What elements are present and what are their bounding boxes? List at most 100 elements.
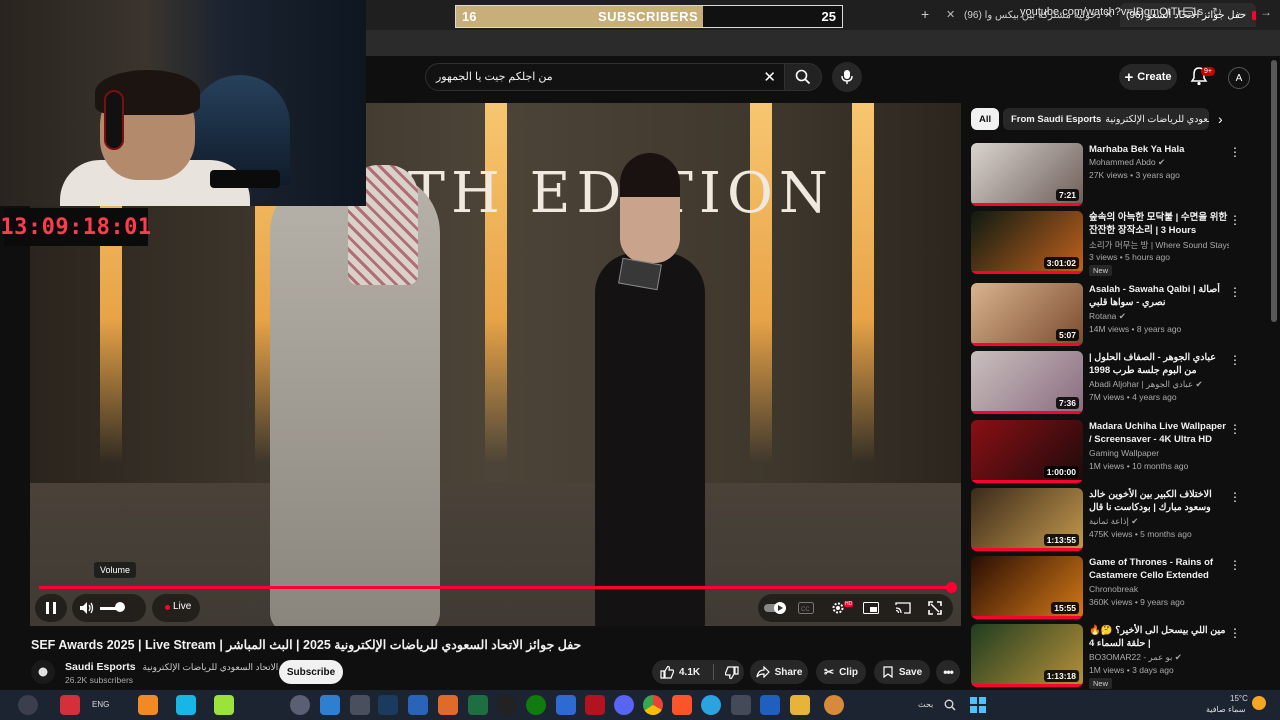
taskbar-app-icon[interactable] xyxy=(496,695,516,715)
video-thumbnail[interactable]: 5:07 xyxy=(971,283,1083,346)
recommendation-channel[interactable]: Rotana ✔ xyxy=(1089,311,1229,322)
recommendation-title[interactable]: عبادي الجوهر - الصفاف الحلول | من البوم … xyxy=(1089,351,1229,377)
recommendation-channel[interactable]: إذاعة ثمانية ✔ xyxy=(1089,516,1229,527)
recommendation-item[interactable]: 15:55 Game of Thrones - Rains of Castamer… xyxy=(971,556,1271,622)
url-text[interactable]: youtube.com/watch?v=IDgmQtTH_1s xyxy=(1020,6,1203,18)
recommendation-title[interactable]: Madara Uchiha Live Wallpaper / Screensav… xyxy=(1089,420,1229,446)
like-thumb-icon[interactable] xyxy=(660,665,674,679)
more-vertical-icon[interactable]: ⋮ xyxy=(1229,558,1241,572)
page-scrollbar[interactable] xyxy=(1271,60,1277,322)
recommendation-item[interactable]: 3:01:02 숲속의 아늑한 모닥불 | 수면을 위한 잔잔한 장작소리 | 3… xyxy=(971,211,1271,277)
taskbar-app-icon[interactable] xyxy=(408,695,428,715)
brave-icon[interactable] xyxy=(672,695,692,715)
recommendation-item[interactable]: 5:07 Asalah - Sawaha Qalbi | أصالة نصري -… xyxy=(971,283,1271,349)
clear-search-icon[interactable]: ✕ xyxy=(763,68,776,86)
recommendation-title[interactable]: مين اللي بيسحل الى الأخير؟ 🤔🔥 | حلقة الس… xyxy=(1089,624,1229,650)
windows-start-icon[interactable] xyxy=(970,697,986,713)
taskbar-tray-icon[interactable] xyxy=(18,695,38,715)
chevron-right-icon[interactable]: › xyxy=(1218,111,1223,127)
recommendation-item[interactable]: 1:00:00 Madara Uchiha Live Wallpaper / Sc… xyxy=(971,420,1271,486)
clip-button[interactable]: ✂ Clip xyxy=(816,660,866,684)
chrome-icon[interactable] xyxy=(643,695,663,715)
taskbar-app-icon[interactable] xyxy=(320,695,340,715)
recommendation-item[interactable]: 1:13:18 مين اللي بيسحل الى الأخير؟ 🤔🔥 | ح… xyxy=(971,624,1271,690)
taskbar-search-text[interactable]: بحث xyxy=(918,700,933,709)
chip-all[interactable]: All xyxy=(971,108,1000,130)
video-thumbnail[interactable]: 15:55 xyxy=(971,556,1083,619)
account-avatar[interactable]: A xyxy=(1228,67,1250,89)
save-button[interactable]: Save xyxy=(874,660,930,684)
steam-icon[interactable] xyxy=(378,695,398,715)
subscribe-button[interactable]: Subscribe xyxy=(279,660,343,684)
taskbar-app-icon[interactable] xyxy=(468,695,488,715)
like-count[interactable]: 4.1K xyxy=(679,667,700,678)
recommendation-title[interactable]: Asalah - Sawaha Qalbi | أصالة نصري - سوا… xyxy=(1089,283,1229,309)
tab-2-close-icon[interactable]: ✕ xyxy=(946,8,955,21)
recommendation-channel-name[interactable]: إذاعة ثمانية xyxy=(1089,516,1129,526)
recommendation-item[interactable]: 1:13:55 الاختلاف الكبير بين الأخوين خالد … xyxy=(971,488,1271,554)
taskbar-app-icon[interactable] xyxy=(760,695,780,715)
recommendation-channel[interactable]: Chronobreak xyxy=(1089,584,1229,594)
recommendation-channel-name[interactable]: Abadi Aljohar | عبادي الجوهر xyxy=(1089,379,1193,389)
volume-icon[interactable] xyxy=(80,602,94,614)
taskbar-app-icon[interactable] xyxy=(731,695,751,715)
recommendation-title[interactable]: 숲속의 아늑한 모닥불 | 수면을 위한 잔잔한 장작소리 | 3 Hours xyxy=(1089,211,1229,237)
taskbar-app-icon[interactable] xyxy=(350,695,370,715)
captions-icon[interactable]: CC xyxy=(798,602,814,614)
recommendation-title[interactable]: Marhaba Bek Ya Hala xyxy=(1089,143,1229,156)
language-indicator[interactable]: ENG xyxy=(92,700,109,709)
recommendation-channel-name[interactable]: Chronobreak xyxy=(1089,584,1138,594)
channel-name[interactable]: Saudi Esports الاتحاد السعودي للرياضات ا… xyxy=(65,661,278,673)
more-vertical-icon[interactable]: ⋮ xyxy=(1229,145,1241,159)
taskbar-app-icon[interactable] xyxy=(824,695,844,715)
recommendation-title[interactable]: Game of Thrones - Rains of Castamere Cel… xyxy=(1089,556,1229,582)
recommendation-channel-name[interactable]: 소리가 머무는 방 | Where Sound Stays xyxy=(1089,240,1229,250)
file-explorer-icon[interactable] xyxy=(790,695,810,715)
more-vertical-icon[interactable]: ⋮ xyxy=(1229,626,1241,640)
weather-temperature[interactable]: 15°C xyxy=(1230,694,1248,703)
recommendation-channel-name[interactable]: Mohammed Abdo xyxy=(1089,157,1156,167)
more-vertical-icon[interactable]: ⋮ xyxy=(1229,353,1241,367)
recommendation-channel-name[interactable]: Gaming Wallpaper xyxy=(1089,448,1159,458)
video-thumbnail[interactable]: 7:21 xyxy=(971,143,1083,206)
video-thumbnail[interactable]: 1:13:55 xyxy=(971,488,1083,551)
tune-icon[interactable]: ☰ xyxy=(1183,5,1194,19)
recommendation-title[interactable]: الاختلاف الكبير بين الأخوين خالد وسعود م… xyxy=(1089,488,1229,514)
taskbar-app-icon[interactable] xyxy=(138,695,158,715)
more-vertical-icon[interactable]: ⋮ xyxy=(1229,422,1241,436)
video-thumbnail[interactable]: 1:00:00 xyxy=(971,420,1083,483)
taskbar-app-icon[interactable] xyxy=(176,695,196,715)
recommendation-channel[interactable]: Abadi Aljohar | عبادي الجوهر ✔ xyxy=(1089,379,1229,390)
recommendation-item[interactable]: 7:21 Marhaba Bek Ya Hala Mohammed Abdo ✔ 27… xyxy=(971,143,1271,209)
autoplay-toggle-icon[interactable] xyxy=(764,602,790,614)
recommendation-channel[interactable]: Mohammed Abdo ✔ xyxy=(1089,157,1229,168)
forward-icon[interactable]: → xyxy=(1260,5,1272,19)
taskbar-app-icon[interactable] xyxy=(585,695,605,715)
miniplayer-icon[interactable] xyxy=(863,602,879,614)
share-button[interactable]: Share xyxy=(750,660,808,684)
taskbar-app-icon[interactable] xyxy=(214,695,234,715)
xbox-icon[interactable] xyxy=(526,695,546,715)
taskbar-app-icon[interactable] xyxy=(60,695,80,715)
search-button[interactable] xyxy=(784,63,822,91)
recommendation-channel-name[interactable]: BO3OMAR22 - بو عمر xyxy=(1089,652,1172,662)
recommendation-item[interactable]: 7:36 عبادي الجوهر - الصفاف الحلول | من ال… xyxy=(971,351,1271,417)
more-vertical-icon[interactable]: ⋮ xyxy=(1229,213,1241,227)
channel-name-en[interactable]: Saudi Esports xyxy=(65,661,136,673)
recommendation-channel[interactable]: Gaming Wallpaper xyxy=(1089,448,1229,458)
recommendation-channel[interactable]: BO3OMAR22 - بو عمر ✔ xyxy=(1089,652,1229,663)
recommendation-channel[interactable]: 소리가 머무는 방 | Where Sound Stays xyxy=(1089,239,1229,251)
progress-bar[interactable] xyxy=(39,582,957,593)
volume-slider-knob[interactable] xyxy=(115,602,125,612)
weather-condition[interactable]: سماء صافية xyxy=(1206,705,1246,714)
more-vertical-icon[interactable]: ⋮ xyxy=(1229,490,1241,504)
taskbar-app-icon[interactable] xyxy=(438,695,458,715)
video-thumbnail[interactable]: 3:01:02 xyxy=(971,211,1083,274)
back-icon[interactable]: ← xyxy=(1236,5,1248,19)
taskbar-app-icon[interactable] xyxy=(556,695,576,715)
taskbar-search-icon[interactable] xyxy=(944,699,956,711)
create-button[interactable]: + Create xyxy=(1119,64,1177,90)
fullscreen-icon[interactable] xyxy=(928,601,942,615)
dislike-thumb-icon[interactable] xyxy=(725,665,739,679)
settings-gear-icon[interactable] xyxy=(831,601,845,615)
